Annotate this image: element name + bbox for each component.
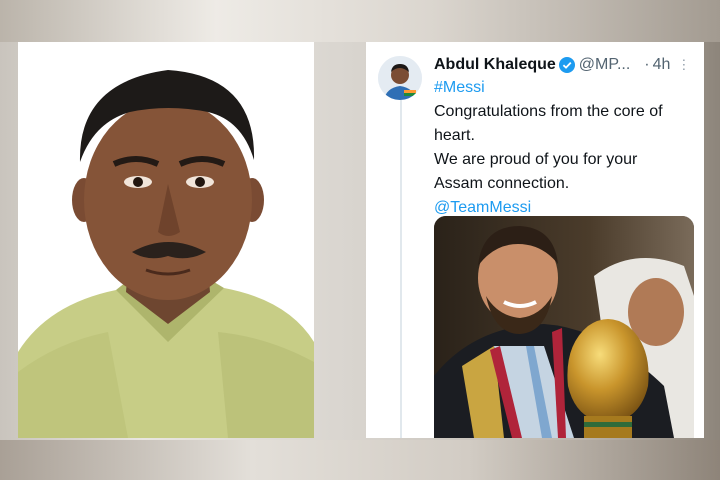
portrait-photo: [18, 42, 314, 438]
background-blur-bottom: [0, 440, 720, 480]
tweet-text: #Messi Congratulations from the core of …: [434, 76, 696, 220]
more-options-icon[interactable]: ⋮: [677, 57, 690, 73]
tweet-line: heart.: [434, 127, 475, 144]
tweet-line: Assam connection.: [434, 175, 570, 192]
hashtag-link[interactable]: #Messi: [434, 76, 696, 100]
author-name[interactable]: Abdul Khaleque: [434, 56, 556, 74]
tweet-media-image[interactable]: [434, 216, 694, 438]
tweet-line: We are proud of you for your: [434, 151, 638, 168]
separator-dot: ·: [644, 56, 650, 73]
tweet-time[interactable]: 4h: [653, 56, 671, 74]
thread-line: [400, 94, 402, 438]
background-blur-top: [0, 0, 720, 42]
author-handle[interactable]: @MP...: [579, 56, 631, 74]
author-avatar[interactable]: [378, 56, 422, 100]
tweet-line: Congratulations from the core of: [434, 103, 663, 120]
tweet-header: Abdul Khaleque @MP... · 4h ⋮: [434, 54, 696, 76]
verified-badge-icon: [558, 57, 575, 73]
tweet-card[interactable]: Abdul Khaleque @MP... · 4h ⋮ #Messi Cong…: [366, 42, 704, 438]
portrait-image: [18, 42, 314, 438]
